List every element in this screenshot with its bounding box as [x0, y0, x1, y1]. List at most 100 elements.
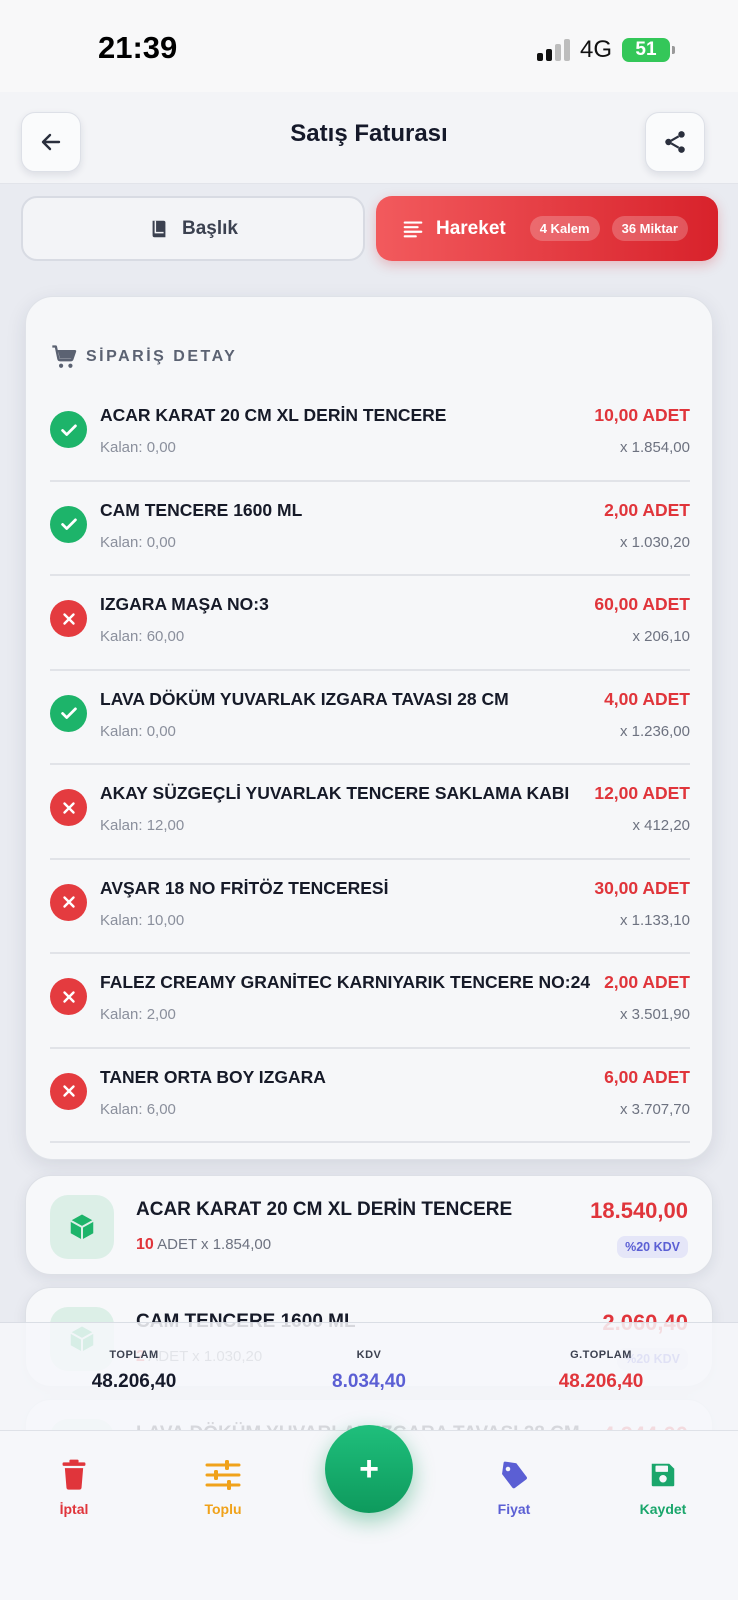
order-row[interactable]: FALEZ CREAMY GRANİTEC KARNIYARIK TENCERE…	[50, 954, 690, 1049]
page-title: Satış Faturası	[290, 120, 448, 147]
iptal-button[interactable]: İptal	[19, 1455, 129, 1517]
item-name: LAVA DÖKÜM YUVARLAK IZGARA TAVASI 28 CM	[100, 688, 509, 709]
item-name: AKAY SÜZGEÇLİ YUVARLAK TENCERE SAKLAMA K…	[100, 783, 570, 803]
toplam-label: TOPLAM	[109, 1349, 159, 1361]
movement-card[interactable]: ACAR KARAT 20 CM XL DERİN TENCERE 10 ADET…	[25, 1175, 713, 1275]
share-button[interactable]	[645, 112, 705, 172]
item-unit-price: x 206,10	[632, 628, 690, 645]
order-row[interactable]: AVŞAR 18 NO FRİTÖZ TENCERESİ Kalan: 10,00…	[50, 860, 690, 954]
book-icon	[152, 220, 166, 237]
item-remaining: Kalan: 0,00	[100, 533, 176, 551]
kaydet-label: Kaydet	[639, 1501, 687, 1517]
item-remaining: Kalan: 0,00	[100, 722, 176, 740]
status-incomplete-badge	[50, 789, 87, 826]
item-unit-price: x 3.501,90	[619, 1006, 690, 1023]
order-row[interactable]: IZGARA MAŞA NO:3 Kalan: 60,00 60,00 ADET x …	[50, 576, 690, 671]
price-tag-icon	[502, 1461, 527, 1489]
item-remaining: Kalan: 12,00	[100, 817, 185, 834]
order-row[interactable]: TANER ORTA BOY IZGARA Kalan: 6,00 6,00 ADE…	[50, 1049, 690, 1143]
kdv-value: 8.034,40	[332, 1371, 406, 1392]
share-icon	[665, 131, 685, 153]
tab-baslik-label: Başlık	[182, 217, 238, 239]
toplam-summary: TOPLAM 48.206,40	[34, 1349, 234, 1393]
item-unit-price: x 1.236,00	[619, 722, 690, 740]
item-quantity: 30,00 ADET	[594, 877, 690, 898]
tab-hareket[interactable]: Hareket 4 Kalem 36 Miktar	[376, 196, 718, 261]
status-complete-badge	[50, 505, 87, 543]
status-indicators: 4G 51	[536, 36, 675, 64]
order-list: ACAR KARAT 20 CM XL DERİN TENCERE Kalan: …	[50, 387, 690, 1143]
status-incomplete-badge	[50, 1072, 87, 1110]
x-icon	[62, 990, 75, 1003]
movement-detail: 10 ADET x 1.854,00	[136, 1236, 271, 1254]
box-icon	[70, 1214, 94, 1240]
order-row[interactable]: ACAR KARAT 20 CM XL DERİN TENCERE Kalan: …	[50, 387, 690, 482]
status-incomplete-badge	[50, 883, 87, 921]
trash-icon	[62, 1459, 86, 1490]
movement-name: ACAR KARAT 20 CM XL DERİN TENCERE	[136, 1199, 513, 1220]
toplam-value: 48.206,40	[91, 1371, 177, 1392]
toplu-label: Toplu	[204, 1501, 242, 1517]
x-icon	[62, 1085, 75, 1097]
item-quantity: 60,00 ADET	[594, 594, 690, 614]
kdv-summary: KDV 8.034,40	[269, 1349, 469, 1393]
check-icon	[60, 424, 77, 436]
kaydet-button[interactable]: Kaydet	[608, 1455, 718, 1517]
gtoplam-label: G.TOPLAM	[570, 1349, 632, 1361]
order-detail-title: SİPARİŞ DETAY	[86, 348, 238, 365]
order-detail-header: SİPARİŞ DETAY	[50, 343, 237, 371]
item-name: CAM TENCERE 1600 ML	[100, 499, 303, 520]
plus-icon: +	[359, 1450, 379, 1488]
check-icon	[60, 518, 77, 530]
status-complete-badge	[50, 411, 87, 448]
item-unit-price: x 3.707,70	[619, 1100, 690, 1118]
tab-hareket-label: Hareket	[436, 217, 506, 239]
tab-baslik[interactable]: Başlık	[21, 196, 365, 261]
order-row[interactable]: AKAY SÜZGEÇLİ YUVARLAK TENCERE SAKLAMA K…	[50, 765, 690, 860]
battery-icon: 51	[622, 38, 675, 62]
movement-unit-price: ADET x 1.854,00	[157, 1236, 272, 1253]
list-icon	[403, 220, 423, 237]
toplu-button[interactable]: Toplu	[168, 1455, 278, 1517]
cart-icon	[52, 345, 77, 368]
order-row[interactable]: LAVA DÖKÜM YUVARLAK IZGARA TAVASI 28 CM K…	[50, 671, 690, 765]
item-quantity: 4,00 ADET	[604, 688, 690, 709]
item-quantity: 2,00 ADET	[604, 972, 690, 992]
fiyat-label: Fiyat	[497, 1501, 531, 1517]
movement-total: 18.540,00	[590, 1198, 688, 1223]
iptal-label: İptal	[59, 1501, 89, 1517]
network-type: 4G	[579, 36, 612, 63]
item-quantity: 2,00 ADET	[604, 499, 690, 520]
battery-level: 51	[635, 39, 657, 60]
item-remaining: Kalan: 10,00	[100, 911, 185, 929]
kalem-count-badge: 4 Kalem	[529, 216, 600, 241]
totals-bar: TOPLAM 48.206,40 KDV 8.034,40 G.TOPLAM 4…	[0, 1322, 738, 1430]
status-complete-badge	[50, 694, 87, 732]
status-time: 21:39	[98, 30, 178, 65]
kdv-badge: %20 KDV	[617, 1236, 688, 1258]
item-unit-price: x 1.030,20	[619, 533, 690, 551]
item-unit-price: x 1.133,10	[619, 911, 690, 929]
item-quantity: 10,00 ADET	[594, 405, 690, 425]
fiyat-button[interactable]: Fiyat	[459, 1455, 569, 1517]
item-quantity: 12,00 ADET	[594, 783, 690, 803]
item-unit-price: x 1.854,00	[619, 439, 690, 456]
status-incomplete-badge	[50, 600, 87, 637]
item-quantity: 6,00 ADET	[604, 1066, 690, 1087]
item-name: TANER ORTA BOY IZGARA	[100, 1066, 326, 1087]
gtoplam-summary: G.TOPLAM 48.206,40	[501, 1349, 701, 1393]
miktar-count-badge: 36 Miktar	[611, 216, 688, 241]
add-button[interactable]: +	[325, 1425, 413, 1513]
status-incomplete-badge	[50, 978, 87, 1015]
x-icon	[62, 896, 75, 908]
gtoplam-value: 48.206,40	[558, 1371, 644, 1392]
product-box-icon	[50, 1195, 114, 1259]
item-unit-price: x 412,20	[632, 817, 690, 834]
check-icon	[60, 707, 77, 719]
kdv-label: KDV	[356, 1349, 382, 1361]
item-remaining: Kalan: 2,00	[100, 1006, 176, 1023]
item-remaining: Kalan: 6,00	[100, 1100, 176, 1118]
movement-qty: 10	[136, 1236, 154, 1253]
signal-icon	[536, 39, 570, 61]
order-row[interactable]: CAM TENCERE 1600 ML Kalan: 0,00 2,00 ADET x…	[50, 482, 690, 576]
